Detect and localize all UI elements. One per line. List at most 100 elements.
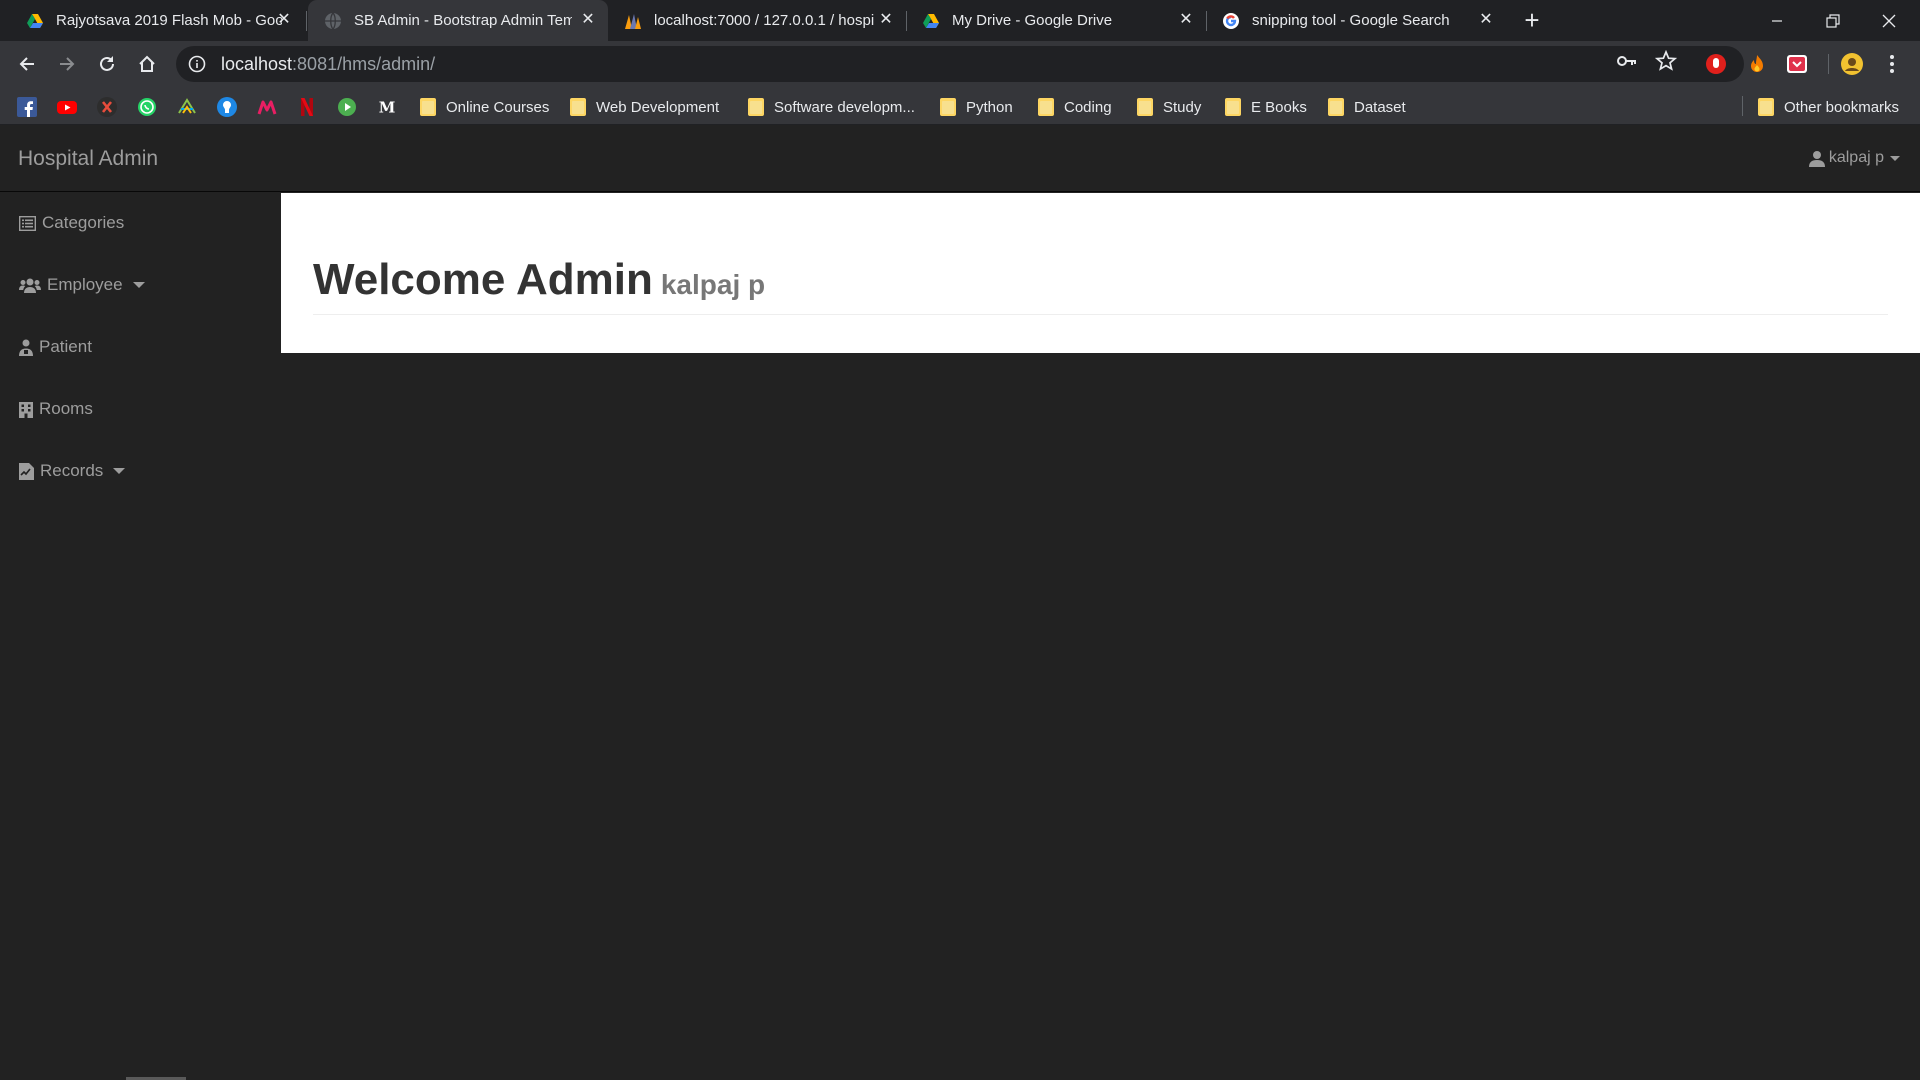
whatsapp-icon[interactable] xyxy=(137,97,157,117)
close-icon[interactable]: ✕ xyxy=(580,12,596,28)
reload-button[interactable] xyxy=(91,48,123,80)
google-icon xyxy=(1223,12,1239,29)
forward-button[interactable] xyxy=(51,48,83,80)
bookmark-folder[interactable]: Coding xyxy=(1038,96,1112,118)
other-bookmarks[interactable]: Other bookmarks xyxy=(1758,96,1899,118)
restore-button[interactable] xyxy=(1805,0,1861,41)
avatar[interactable] xyxy=(1840,52,1864,76)
tab-separator xyxy=(1206,11,1207,31)
play-icon[interactable] xyxy=(337,97,357,117)
caret-down-icon xyxy=(113,468,126,474)
tab-title: Rajyotsava 2019 Flash Mob - Goo xyxy=(56,12,282,29)
bookmark-folder[interactable]: Python xyxy=(940,96,1013,118)
folder-icon xyxy=(1137,98,1153,116)
netflix-icon[interactable] xyxy=(297,97,317,117)
bookmark-folder[interactable]: Web Development xyxy=(570,96,719,118)
tab-google-search[interactable]: snipping tool - Google Search ✕ xyxy=(1208,0,1506,41)
page-header: Welcome Admin kalpaj p xyxy=(313,255,1888,315)
sidebar-item-employee[interactable]: Employee xyxy=(19,273,145,297)
folder-icon xyxy=(1038,98,1054,116)
close-icon[interactable]: ✕ xyxy=(1478,12,1494,28)
folder-icon xyxy=(1758,98,1774,116)
minimize-button[interactable] xyxy=(1749,0,1805,41)
star-icon[interactable] xyxy=(1655,50,1677,72)
new-tab-button[interactable]: + xyxy=(1517,5,1547,35)
building-icon xyxy=(19,401,33,418)
youtube-icon[interactable] xyxy=(57,97,77,117)
tab-phpmyadmin[interactable]: localhost:7000 / 127.0.0.1 / hospi ✕ xyxy=(610,0,906,41)
bookmark-folder-label: Python xyxy=(966,98,1013,116)
back-button[interactable] xyxy=(11,48,43,80)
folder-icon xyxy=(1225,98,1241,116)
bookmark-folder[interactable]: Software developm... xyxy=(748,96,915,118)
tab-title: My Drive - Google Drive xyxy=(952,12,1113,29)
patient-icon xyxy=(19,339,33,356)
bookmarks-divider xyxy=(1742,96,1743,116)
restore-icon xyxy=(1826,13,1840,28)
url-host: localhost xyxy=(221,53,293,74)
facebook-icon[interactable] xyxy=(17,97,37,117)
folder-icon xyxy=(420,98,436,116)
other-bookmarks-label: Other bookmarks xyxy=(1784,98,1900,116)
google-drive-icon xyxy=(923,13,939,28)
app-navbar: Hospital Admin kalpaj p xyxy=(0,127,1920,192)
user-dropdown[interactable]: kalpaj p xyxy=(1808,149,1900,167)
close-icon[interactable]: ✕ xyxy=(276,12,292,28)
bookmark-folder-label: Web Development xyxy=(596,98,720,116)
bookmark-folder-label: Dataset xyxy=(1354,98,1406,116)
address-bar[interactable]: localhost:8081/hms/admin/ xyxy=(176,46,1744,82)
tab-strip: Rajyotsava 2019 Flash Mob - Goo ✕ SB Adm… xyxy=(0,0,1920,41)
page-wrapper: Welcome Admin kalpaj p xyxy=(281,193,1920,353)
tab-google-drive[interactable]: My Drive - Google Drive ✕ xyxy=(908,0,1206,41)
reload-icon xyxy=(100,56,114,71)
app-icon[interactable] xyxy=(217,97,237,117)
toolbar-divider xyxy=(1828,54,1829,74)
bookmark-folder[interactable]: Online Courses xyxy=(420,96,549,118)
tab-rajyotsava[interactable]: Rajyotsava 2019 Flash Mob - Goo ✕ xyxy=(12,0,304,41)
bookmark-folder[interactable]: E Books xyxy=(1225,96,1307,118)
svg-text:M: M xyxy=(379,99,396,117)
x-icon[interactable] xyxy=(97,97,117,117)
fire-extension-icon[interactable] xyxy=(1745,52,1769,76)
sidebar: Categories Employee Patient Rooms Record… xyxy=(0,193,281,1080)
tab-separator xyxy=(306,11,307,31)
sidebar-item-label: Employee xyxy=(47,275,123,294)
feedly-icon[interactable] xyxy=(177,97,197,117)
tab-sb-admin[interactable]: SB Admin - Bootstrap Admin Tem ✕ xyxy=(308,0,608,41)
medium-icon[interactable]: M xyxy=(377,97,397,117)
arrow-left-icon xyxy=(19,57,34,71)
sidebar-item-records[interactable]: Records xyxy=(19,459,126,483)
minimize-icon xyxy=(1772,19,1782,22)
bookmark-folder-label: E Books xyxy=(1251,98,1307,116)
home-button[interactable] xyxy=(131,48,163,80)
folder-icon xyxy=(940,98,956,116)
close-window-button[interactable] xyxy=(1861,0,1917,41)
close-icon[interactable]: ✕ xyxy=(1178,12,1194,28)
sidebar-item-patient[interactable]: Patient xyxy=(19,335,92,359)
bookmark-folder[interactable]: Dataset xyxy=(1328,96,1406,118)
meesho-icon[interactable] xyxy=(257,97,277,117)
tab-title: SB Admin - Bootstrap Admin Tem xyxy=(354,12,572,29)
folder-icon xyxy=(570,98,586,116)
welcome-subtitle: kalpaj p xyxy=(660,269,766,300)
url-path: :8081/hms/admin/ xyxy=(292,53,436,74)
sidebar-item-rooms[interactable]: Rooms xyxy=(19,397,93,421)
sidebar-item-label: Rooms xyxy=(39,399,93,418)
close-icon[interactable]: ✕ xyxy=(878,12,894,28)
pocket-extension-icon[interactable] xyxy=(1785,52,1809,76)
bookmarks-bar: M Online Courses Web Development Softwar… xyxy=(0,87,1920,125)
tab-title: localhost:7000 / 127.0.0.1 / hospi xyxy=(654,12,875,29)
key-icon[interactable] xyxy=(1616,50,1638,72)
caret-down-icon xyxy=(132,282,145,288)
browser-toolbar: localhost:8081/hms/admin/ xyxy=(0,41,1920,87)
adblock-extension-icon[interactable] xyxy=(1704,52,1728,76)
brand-link[interactable]: Hospital Admin xyxy=(18,147,158,171)
folder-icon xyxy=(748,98,764,116)
welcome-title: Welcome Admin xyxy=(313,255,653,304)
kebab-menu-icon[interactable] xyxy=(1880,52,1904,76)
sidebar-item-categories[interactable]: Categories xyxy=(19,211,124,235)
bookmark-folder[interactable]: Study xyxy=(1137,96,1201,118)
user-icon xyxy=(1808,150,1825,167)
phpmyadmin-icon xyxy=(625,13,641,29)
bookmark-folder-label: Software developm... xyxy=(774,98,915,116)
